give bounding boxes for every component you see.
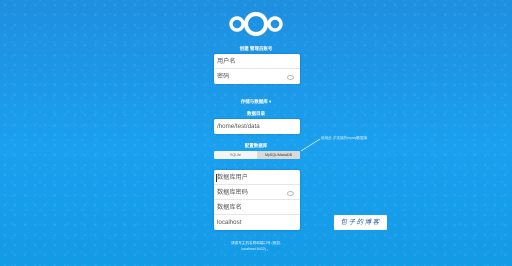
db-option-sqlite[interactable]: SQLite <box>214 151 257 159</box>
host-hint-line2: localhost:5432) 。 <box>241 247 271 251</box>
db-user-placeholder: 数据库用户 <box>217 174 248 181</box>
db-option-mysql[interactable]: MySQL/MariaDB <box>257 151 300 159</box>
show-db-password-icon[interactable] <box>287 191 294 196</box>
show-password-icon[interactable] <box>287 75 294 80</box>
database-credentials-card: 数据库用户 数据库密码 数据库名 localhost <box>214 170 300 230</box>
db-host-input[interactable]: localhost <box>214 215 300 230</box>
admin-username-placeholder: 用户名 <box>217 58 236 65</box>
annotation-arrow <box>300 138 321 152</box>
data-directory-input[interactable]: /home/test/data <box>214 119 300 134</box>
admin-password-placeholder: 密码 <box>217 73 230 80</box>
annotation-note: 使用此 才连接的mysql数据库 <box>321 136 368 140</box>
nextcloud-logo-icon <box>229 11 283 37</box>
admin-username-input[interactable]: 用户名 <box>214 54 300 69</box>
db-password-input[interactable]: 数据库密码 <box>214 185 300 200</box>
db-user-input[interactable]: 数据库用户 <box>214 170 300 185</box>
data-directory-value: /home/test/data <box>217 123 260 130</box>
create-admin-title: 创建 管理员账号 <box>239 46 273 51</box>
blog-watermark: 包子的博客 <box>334 215 387 230</box>
data-directory-label: 数据目录 <box>247 111 265 116</box>
db-password-placeholder: 数据库密码 <box>217 189 248 196</box>
data-directory-card: /home/test/data <box>214 119 300 134</box>
admin-account-card: 用户名 密码 <box>214 54 300 84</box>
db-host-value: localhost <box>217 219 242 226</box>
admin-password-input[interactable]: 密码 <box>214 69 300 84</box>
db-name-input[interactable]: 数据库名 <box>214 200 300 215</box>
database-type-selector: SQLite MySQL/MariaDB <box>214 151 300 159</box>
host-hint: 请填写主机名称和端口号 (例如, localhost:5432) 。 <box>210 240 302 252</box>
configure-database-label: 配置数据库 <box>244 143 268 148</box>
db-name-placeholder: 数据库名 <box>217 204 242 211</box>
storage-database-toggle[interactable]: 存储与数据库 ▾ <box>0 99 512 105</box>
